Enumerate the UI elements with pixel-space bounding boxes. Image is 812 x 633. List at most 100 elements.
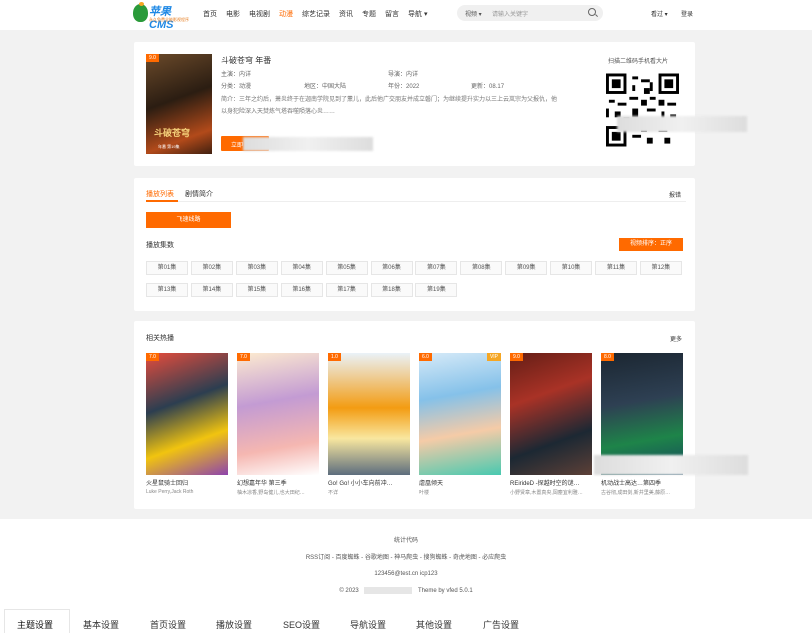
tab-home-settings[interactable]: 首页设置: [150, 618, 186, 631]
episode-button[interactable]: 第11集: [595, 261, 637, 275]
report-link[interactable]: 报错: [669, 190, 681, 199]
source-button[interactable]: 飞速线路: [146, 212, 231, 228]
tab-theme-settings[interactable]: 主题设置: [17, 618, 53, 631]
episode-button[interactable]: 第13集: [146, 283, 188, 297]
tab-nav-settings[interactable]: 导航设置: [350, 618, 386, 631]
episode-button[interactable]: 第09集: [505, 261, 548, 275]
nav-item-guide[interactable]: 导航 ▾: [408, 9, 427, 19]
director-value[interactable]: 内详: [406, 72, 418, 78]
poster-episode-art: 年番 第19集: [158, 144, 180, 149]
sort-order-button[interactable]: 视频排序：正序: [619, 238, 683, 251]
video-title: 斗破苍穹 年番: [221, 56, 272, 65]
related-card[interactable]: 6.0 VIP 虐凰倾天 叶楼: [419, 353, 501, 496]
card-score-badge: 7.0: [237, 353, 250, 361]
footer: [0, 519, 812, 609]
nav-item-tv[interactable]: 电视剧: [249, 9, 270, 19]
update-label: 更新：: [471, 84, 490, 90]
episode-button[interactable]: 第04集: [280, 261, 323, 275]
episode-button[interactable]: 第18集: [370, 283, 413, 297]
nav-item-guestbook[interactable]: 留言: [385, 9, 399, 19]
card-poster[interactable]: 6.0 VIP: [419, 353, 501, 475]
tab-seo-settings[interactable]: SEO设置: [283, 618, 320, 631]
episode-button[interactable]: 第19集: [415, 283, 458, 297]
nav-item-home[interactable]: 首页: [203, 9, 217, 19]
card-score-badge: 7.0: [146, 353, 159, 361]
episode-button[interactable]: 第01集: [146, 261, 188, 275]
director-field: 导演：内详: [388, 69, 418, 78]
genre-label: 分类：: [221, 84, 240, 90]
tab-synopsis[interactable]: 剧情简介: [185, 189, 213, 199]
qr-caption: 扫描二维码手机看大片: [608, 59, 669, 65]
episode-button[interactable]: 第10集: [550, 261, 593, 275]
more-link[interactable]: 更多: [670, 334, 682, 343]
card-score-badge: 8.0: [601, 353, 614, 361]
nav-item-news[interactable]: 资讯: [339, 9, 353, 19]
card-poster[interactable]: 7.0: [146, 353, 228, 475]
tab-play-settings[interactable]: 播放设置: [216, 618, 252, 631]
card-poster[interactable]: 7.0: [237, 353, 319, 475]
starring-value[interactable]: 内详: [239, 72, 251, 78]
year-value[interactable]: 2022: [406, 84, 419, 90]
tab-divider: [146, 201, 686, 202]
area-label: 地区：: [304, 84, 323, 90]
episode-button[interactable]: 第16集: [280, 283, 323, 297]
search-type-select[interactable]: 视频 ▾: [465, 9, 482, 18]
tab-playlist[interactable]: 播放列表: [146, 189, 174, 199]
nav-item-topic[interactable]: 专题: [362, 9, 376, 19]
poster-title-art: 斗破苍穹: [154, 128, 191, 138]
card-title[interactable]: 机动战士高达…第四季: [601, 478, 683, 487]
tab-ad-settings[interactable]: 广告设置: [483, 618, 519, 631]
episode-button[interactable]: 第06集: [370, 261, 413, 275]
redacted-area-qr: [617, 116, 747, 132]
nav-item-anime[interactable]: 动漫: [279, 9, 293, 19]
episode-button[interactable]: 第15集: [235, 283, 278, 297]
starring-label: 主演：: [221, 72, 240, 78]
card-poster[interactable]: 9.0: [510, 353, 592, 475]
footer-links[interactable]: RSS订阅 - 百度蜘蛛 - 谷歌地图 - 神马爬虫 - 搜狗蜘蛛 - 奇虎地图…: [0, 552, 812, 561]
nav-item-variety[interactable]: 综艺记录: [302, 9, 330, 19]
episode-button[interactable]: 第03集: [235, 261, 278, 275]
site-logo[interactable]: 苹果CMS 永久免费全能影视程序: [133, 2, 191, 31]
episode-button[interactable]: 第07集: [415, 261, 458, 275]
card-score-badge: 1.0: [328, 353, 341, 361]
card-score-badge: 6.0: [419, 353, 432, 361]
search-bar: 视频 ▾ 请输入关键字: [457, 5, 603, 21]
area-value[interactable]: 中国大陆: [322, 84, 346, 90]
update-field: 更新：08.17: [471, 81, 504, 90]
genre-value[interactable]: 动漫: [239, 84, 251, 90]
search-input[interactable]: 请输入关键字: [492, 9, 528, 18]
card-title[interactable]: 火星鼠骑士回归: [146, 478, 228, 487]
card-title[interactable]: Go! Go! 小小车向前冲…: [328, 478, 410, 487]
card-poster[interactable]: 1.0: [328, 353, 410, 475]
video-intro: 简介：三年之约后，萧炎终于在迦南学院见到了薰儿，此后他广交朋友并成立磐门；为继续…: [221, 97, 558, 115]
copyright: © 2023 Theme by vfed 5.0.1: [0, 587, 812, 594]
card-actors: 古谷彻,成田剑,新井里美,藤原…: [601, 490, 671, 496]
episode-button[interactable]: 第14集: [190, 283, 233, 297]
related-card[interactable]: 9.0 REirideD -探越时空的谜… 小野贤章,木置真央,岡塵宜利雅…: [510, 353, 592, 496]
episode-button[interactable]: 第17集: [325, 283, 368, 297]
redacted-site-name: [364, 587, 413, 594]
tab-other-settings[interactable]: 其他设置: [416, 618, 452, 631]
episode-button[interactable]: 第02集: [190, 261, 233, 275]
copyright-year: © 2023: [339, 588, 359, 595]
tab-basic-settings[interactable]: 基本设置: [83, 618, 119, 631]
episode-button[interactable]: 第12集: [639, 261, 682, 275]
related-title: 相关热播: [146, 335, 174, 342]
main-nav: 首页 电影 电视剧 动漫 综艺记录 资讯 专题 留言 导航 ▾: [203, 9, 436, 19]
card-title[interactable]: 幻想嘉年华 第三季: [237, 478, 319, 487]
card-actors: 小野贤章,木置真央,岡塵宜利雅…: [510, 490, 583, 496]
card-title[interactable]: 虐凰倾天: [419, 478, 501, 487]
card-actors: Luke Perry,Jack Roth: [146, 489, 194, 495]
related-card[interactable]: 1.0 Go! Go! 小小车向前冲… 不详: [328, 353, 410, 496]
history-dropdown[interactable]: 看过 ▾: [651, 9, 668, 18]
related-card[interactable]: 7.0 幻想嘉年华 第三季 柚木凉香,野岛健儿,也大田纪…: [237, 353, 319, 496]
episode-button[interactable]: 第08集: [460, 261, 503, 275]
search-icon[interactable]: [588, 8, 596, 16]
login-link[interactable]: 登录: [681, 9, 693, 18]
poster-image[interactable]: 9.0 斗破苍穹 年番 第19集: [146, 54, 212, 154]
episode-button[interactable]: 第05集: [325, 261, 368, 275]
nav-item-movie[interactable]: 电影: [226, 9, 240, 19]
related-card[interactable]: 7.0 火星鼠骑士回归 Luke Perry,Jack Roth: [146, 353, 228, 495]
card-title[interactable]: REirideD -探越时空的谜…: [510, 478, 592, 487]
theme-credit[interactable]: Theme by vfed 5.0.1: [418, 588, 473, 594]
